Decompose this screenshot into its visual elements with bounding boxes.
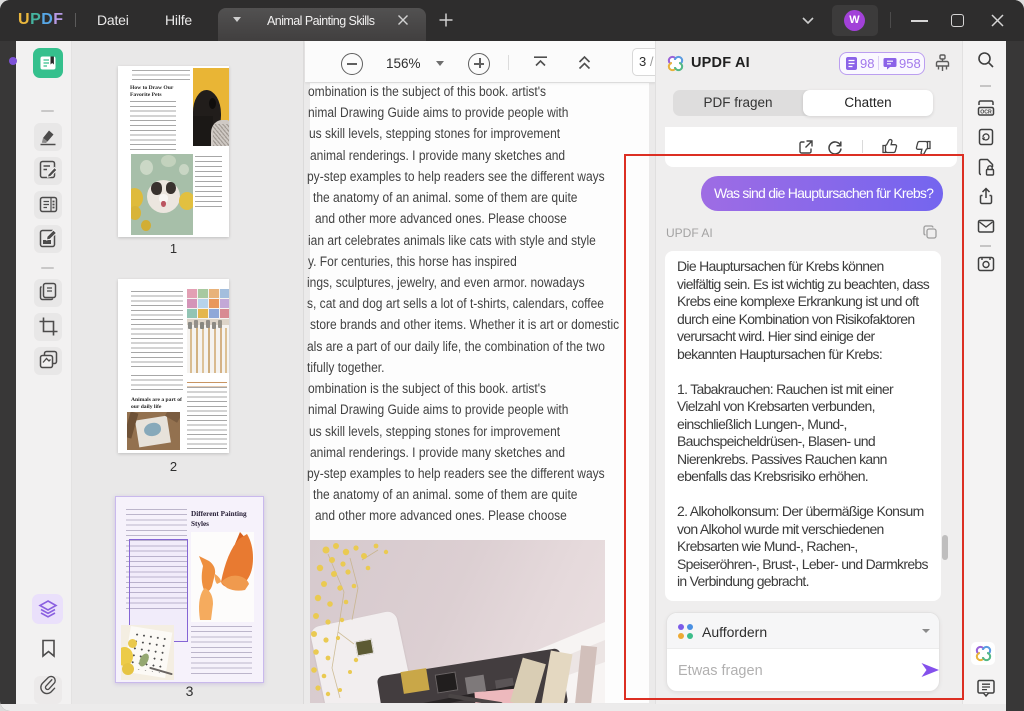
svg-text:OCR: OCR — [980, 110, 992, 116]
